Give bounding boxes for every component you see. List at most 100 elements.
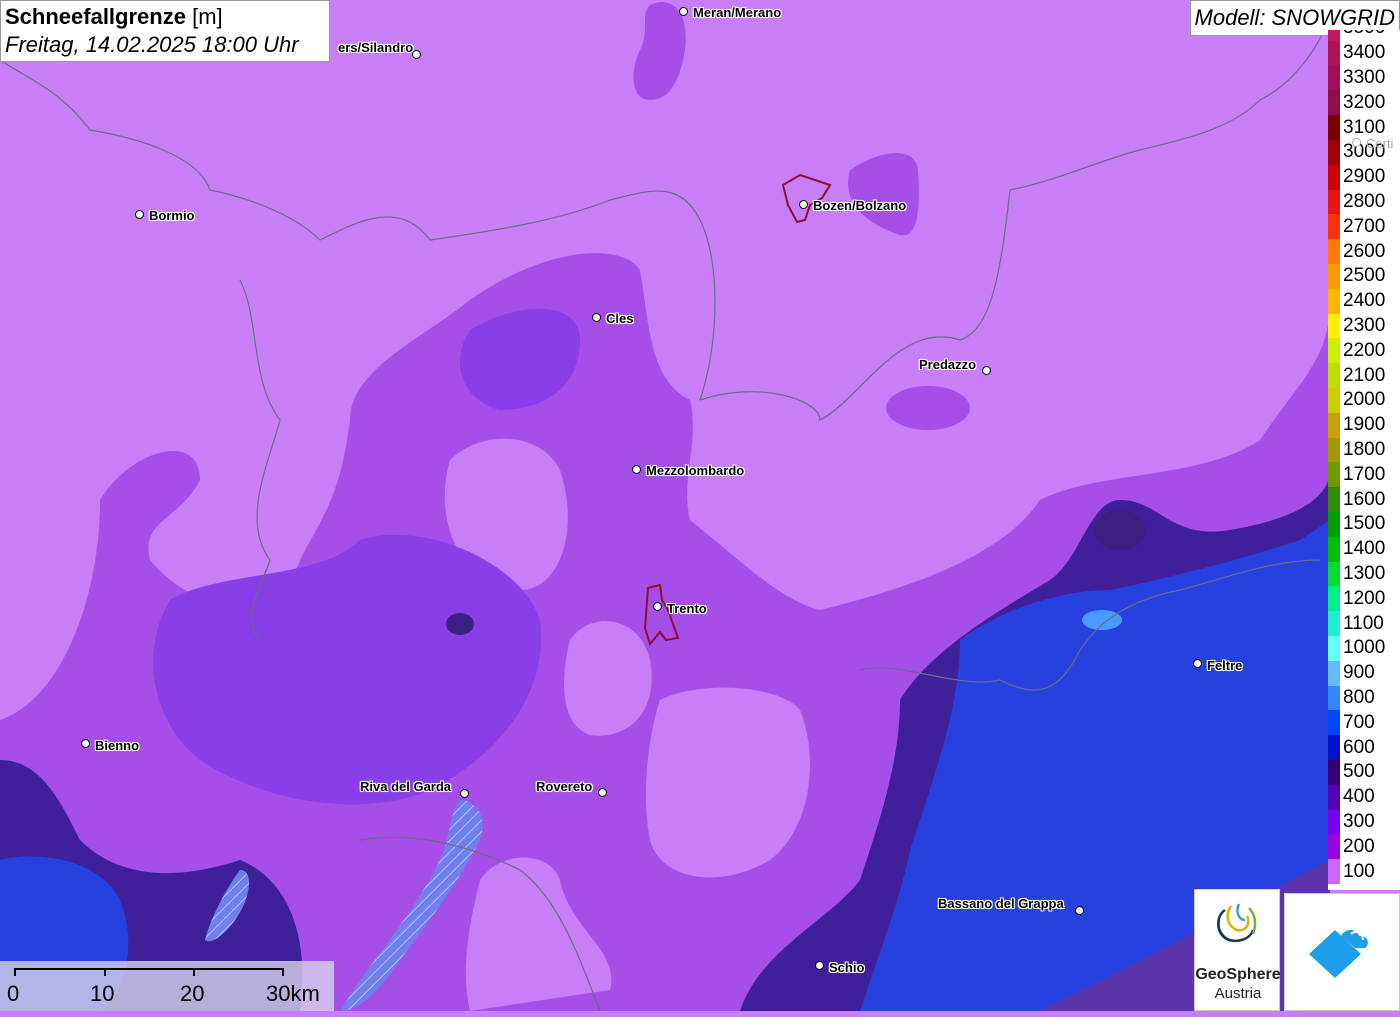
dark-spot	[1095, 510, 1145, 550]
legend-row: 600	[1328, 735, 1400, 760]
city-marker	[799, 200, 808, 209]
city-label: Mezzolombardo	[646, 463, 745, 478]
scale-label-10: 10	[90, 981, 115, 1006]
legend-swatch	[1328, 685, 1340, 711]
lake-spot	[446, 613, 474, 635]
legend-swatch	[1328, 214, 1340, 240]
city-label: Bormio	[149, 208, 195, 223]
scale-label-30km: 30km	[266, 981, 320, 1006]
city-marker	[1075, 906, 1084, 915]
weather-app-logo[interactable]	[1284, 893, 1400, 1011]
city-label: Cles	[606, 311, 634, 326]
scale-tick	[282, 968, 284, 976]
legend-row: 1100	[1328, 611, 1400, 636]
legend-label: 1900	[1343, 414, 1386, 436]
city-label: Riva del Garda	[360, 779, 452, 794]
legend-row: 1300	[1328, 561, 1400, 587]
legend-swatch	[1328, 338, 1340, 364]
legend-label: 1700	[1343, 463, 1386, 485]
city-marker	[135, 210, 144, 219]
legend-row: 2300	[1328, 313, 1400, 339]
legend-row: 900	[1328, 660, 1400, 686]
legend-swatch	[1328, 40, 1340, 66]
legend-swatch	[1328, 412, 1340, 438]
legend-row: 300	[1328, 809, 1400, 835]
legend-swatch	[1328, 140, 1340, 165]
geosphere-logo[interactable]: GeoSphere Austria	[1194, 889, 1281, 1011]
legend-label: 2700	[1343, 215, 1386, 237]
legend-swatch	[1328, 313, 1340, 339]
legend-swatch	[1328, 462, 1340, 488]
legend-row: 1700	[1328, 462, 1400, 488]
legend-swatch	[1328, 586, 1340, 612]
legend-label: 3300	[1343, 66, 1386, 88]
legend-label: 400	[1343, 786, 1375, 808]
legend-row: 200	[1328, 834, 1400, 860]
legend-label: 100	[1343, 860, 1375, 882]
city-label: Schio	[829, 960, 865, 975]
legend-swatch	[1328, 30, 1340, 41]
legend-label: 800	[1343, 686, 1375, 708]
legend-swatch	[1328, 264, 1340, 289]
legend-label: 3400	[1343, 42, 1386, 64]
legend-row: 700	[1328, 710, 1400, 736]
legend-label: 1800	[1343, 438, 1386, 460]
legend-row: 1800	[1328, 437, 1400, 463]
legend-row: 1500	[1328, 512, 1400, 537]
legend-row: 1200	[1328, 586, 1400, 612]
legend-row: 1400	[1328, 536, 1400, 562]
scale-bar: 0 10 20 30km	[0, 961, 334, 1011]
legend-label: 200	[1343, 835, 1375, 857]
legend-label: 2300	[1343, 314, 1386, 336]
city-marker	[81, 739, 90, 748]
legend-swatch	[1328, 611, 1340, 636]
snowfall-line-map[interactable]	[0, 0, 1400, 1011]
legend-swatch	[1328, 437, 1340, 463]
scale-label-0: 0	[7, 981, 20, 1006]
legend-label: 600	[1343, 736, 1375, 758]
legend-label: 500	[1343, 761, 1375, 783]
legend-row: 2500	[1328, 264, 1400, 289]
legend-label: 2800	[1343, 190, 1386, 212]
legend-row: 500	[1328, 760, 1400, 785]
legend-label: 2600	[1343, 240, 1386, 262]
legend-swatch	[1328, 65, 1340, 91]
legend-label: 1400	[1343, 538, 1386, 560]
map-title-main: Schneefallgrenze	[5, 4, 186, 29]
city-marker	[632, 465, 641, 474]
legend-swatch	[1328, 660, 1340, 686]
legend-row: 2400	[1328, 288, 1400, 314]
city-label: ers/Silandro	[338, 40, 414, 55]
city-label: Meran/Merano	[693, 5, 782, 20]
city-marker	[460, 789, 469, 798]
legend-row: 3400	[1328, 40, 1400, 66]
legend-row: 1600	[1328, 487, 1400, 512]
legend-swatch	[1328, 834, 1340, 860]
legend-swatch	[1328, 363, 1340, 388]
legend-swatch	[1328, 760, 1340, 785]
legend-swatch	[1328, 561, 1340, 587]
legend-row: 1000	[1328, 636, 1400, 661]
scale-tick	[193, 968, 195, 976]
color-legend: 3500340033003200310030002900280027002600…	[1328, 30, 1400, 890]
city-label: Trento	[667, 601, 707, 616]
legend-label: 1000	[1343, 637, 1386, 659]
city-marker	[653, 602, 662, 611]
legend-swatch	[1328, 536, 1340, 562]
legend-swatch	[1328, 115, 1340, 140]
legend-swatch	[1328, 388, 1340, 413]
geosphere-text: GeoSphere	[1195, 966, 1281, 983]
legend-swatch	[1328, 288, 1340, 314]
scale-label-20: 20	[180, 981, 205, 1006]
scale-tick	[14, 968, 16, 976]
city-label: Predazzo	[919, 357, 977, 372]
legend-row: 2600	[1328, 239, 1400, 264]
legend-swatch	[1328, 512, 1340, 537]
legend-swatch	[1328, 859, 1340, 884]
legend-label: 2400	[1343, 290, 1386, 312]
city-marker	[815, 961, 824, 970]
scale-line	[14, 968, 283, 970]
legend-label: 2200	[1343, 339, 1386, 361]
legend-label: 2000	[1343, 389, 1386, 411]
city-marker	[592, 313, 601, 322]
